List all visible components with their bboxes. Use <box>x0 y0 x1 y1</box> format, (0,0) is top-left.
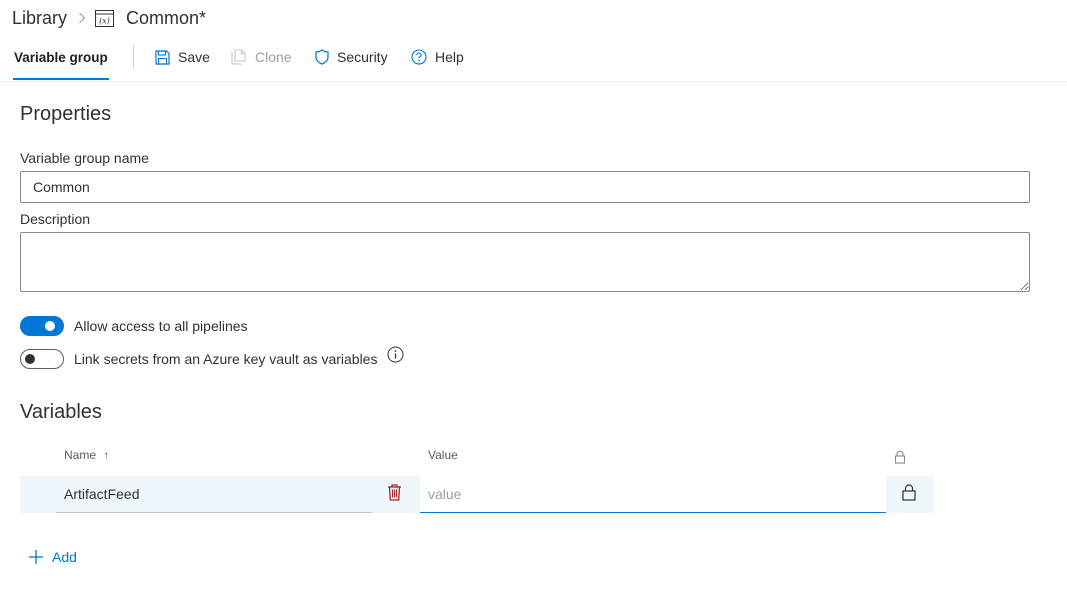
toolbar-divider <box>133 45 134 69</box>
svg-text:(x): (x) <box>99 16 110 25</box>
delete-icon[interactable] <box>387 484 402 501</box>
variables-title: Variables <box>20 401 102 423</box>
tab-selected-indicator <box>13 78 109 80</box>
variable-value-input[interactable] <box>420 476 886 513</box>
breadcrumb: Library (x) Common* <box>12 5 206 31</box>
link-secrets-toggle[interactable] <box>20 349 64 369</box>
toggle-knob <box>45 321 55 331</box>
lock-icon[interactable] <box>902 484 916 501</box>
chevron-right-icon <box>78 12 86 24</box>
toolbar: Variable group Save Clone Security Help <box>0 40 1067 82</box>
breadcrumb-current: Common* <box>126 7 207 28</box>
clone-button[interactable]: Clone <box>231 47 292 67</box>
name-column-label: Name <box>64 448 97 462</box>
toggle-knob <box>25 354 35 364</box>
help-button[interactable]: Help <box>411 47 464 67</box>
variable-group-name-label: Variable group name <box>20 150 149 166</box>
lock-column-header-icon <box>894 450 906 464</box>
variable-group-icon: (x) <box>95 9 115 27</box>
variable-group-name-input[interactable] <box>20 171 1030 203</box>
info-icon[interactable] <box>387 346 404 363</box>
plus-icon <box>28 549 44 565</box>
name-column-header[interactable]: Name ↑ <box>64 448 109 462</box>
link-secrets-row: Link secrets from an Azure key vault as … <box>20 348 377 370</box>
clone-icon <box>231 49 247 65</box>
save-label: Save <box>178 49 210 65</box>
security-button[interactable]: Security <box>315 47 388 67</box>
description-textarea[interactable] <box>20 232 1030 292</box>
clone-label: Clone <box>255 49 292 65</box>
variable-name-cell[interactable]: ArtifactFeed <box>56 476 372 513</box>
allow-access-toggle[interactable] <box>20 316 64 336</box>
add-label: Add <box>52 549 77 565</box>
link-secrets-label: Link secrets from an Azure key vault as … <box>74 351 378 367</box>
description-label: Description <box>20 211 91 227</box>
properties-title: Properties <box>20 103 112 125</box>
sort-ascending-icon: ↑ <box>103 448 110 462</box>
security-label: Security <box>337 49 388 65</box>
breadcrumb-library-link[interactable]: Library <box>12 8 67 29</box>
save-icon <box>155 49 170 65</box>
save-button[interactable]: Save <box>155 47 210 67</box>
shield-icon <box>315 49 329 65</box>
value-column-header: Value <box>428 448 458 462</box>
add-variable-button[interactable]: Add <box>28 547 77 567</box>
help-label: Help <box>435 49 464 65</box>
allow-access-label: Allow access to all pipelines <box>74 318 248 334</box>
help-icon <box>411 49 427 65</box>
allow-access-row: Allow access to all pipelines <box>20 315 248 337</box>
